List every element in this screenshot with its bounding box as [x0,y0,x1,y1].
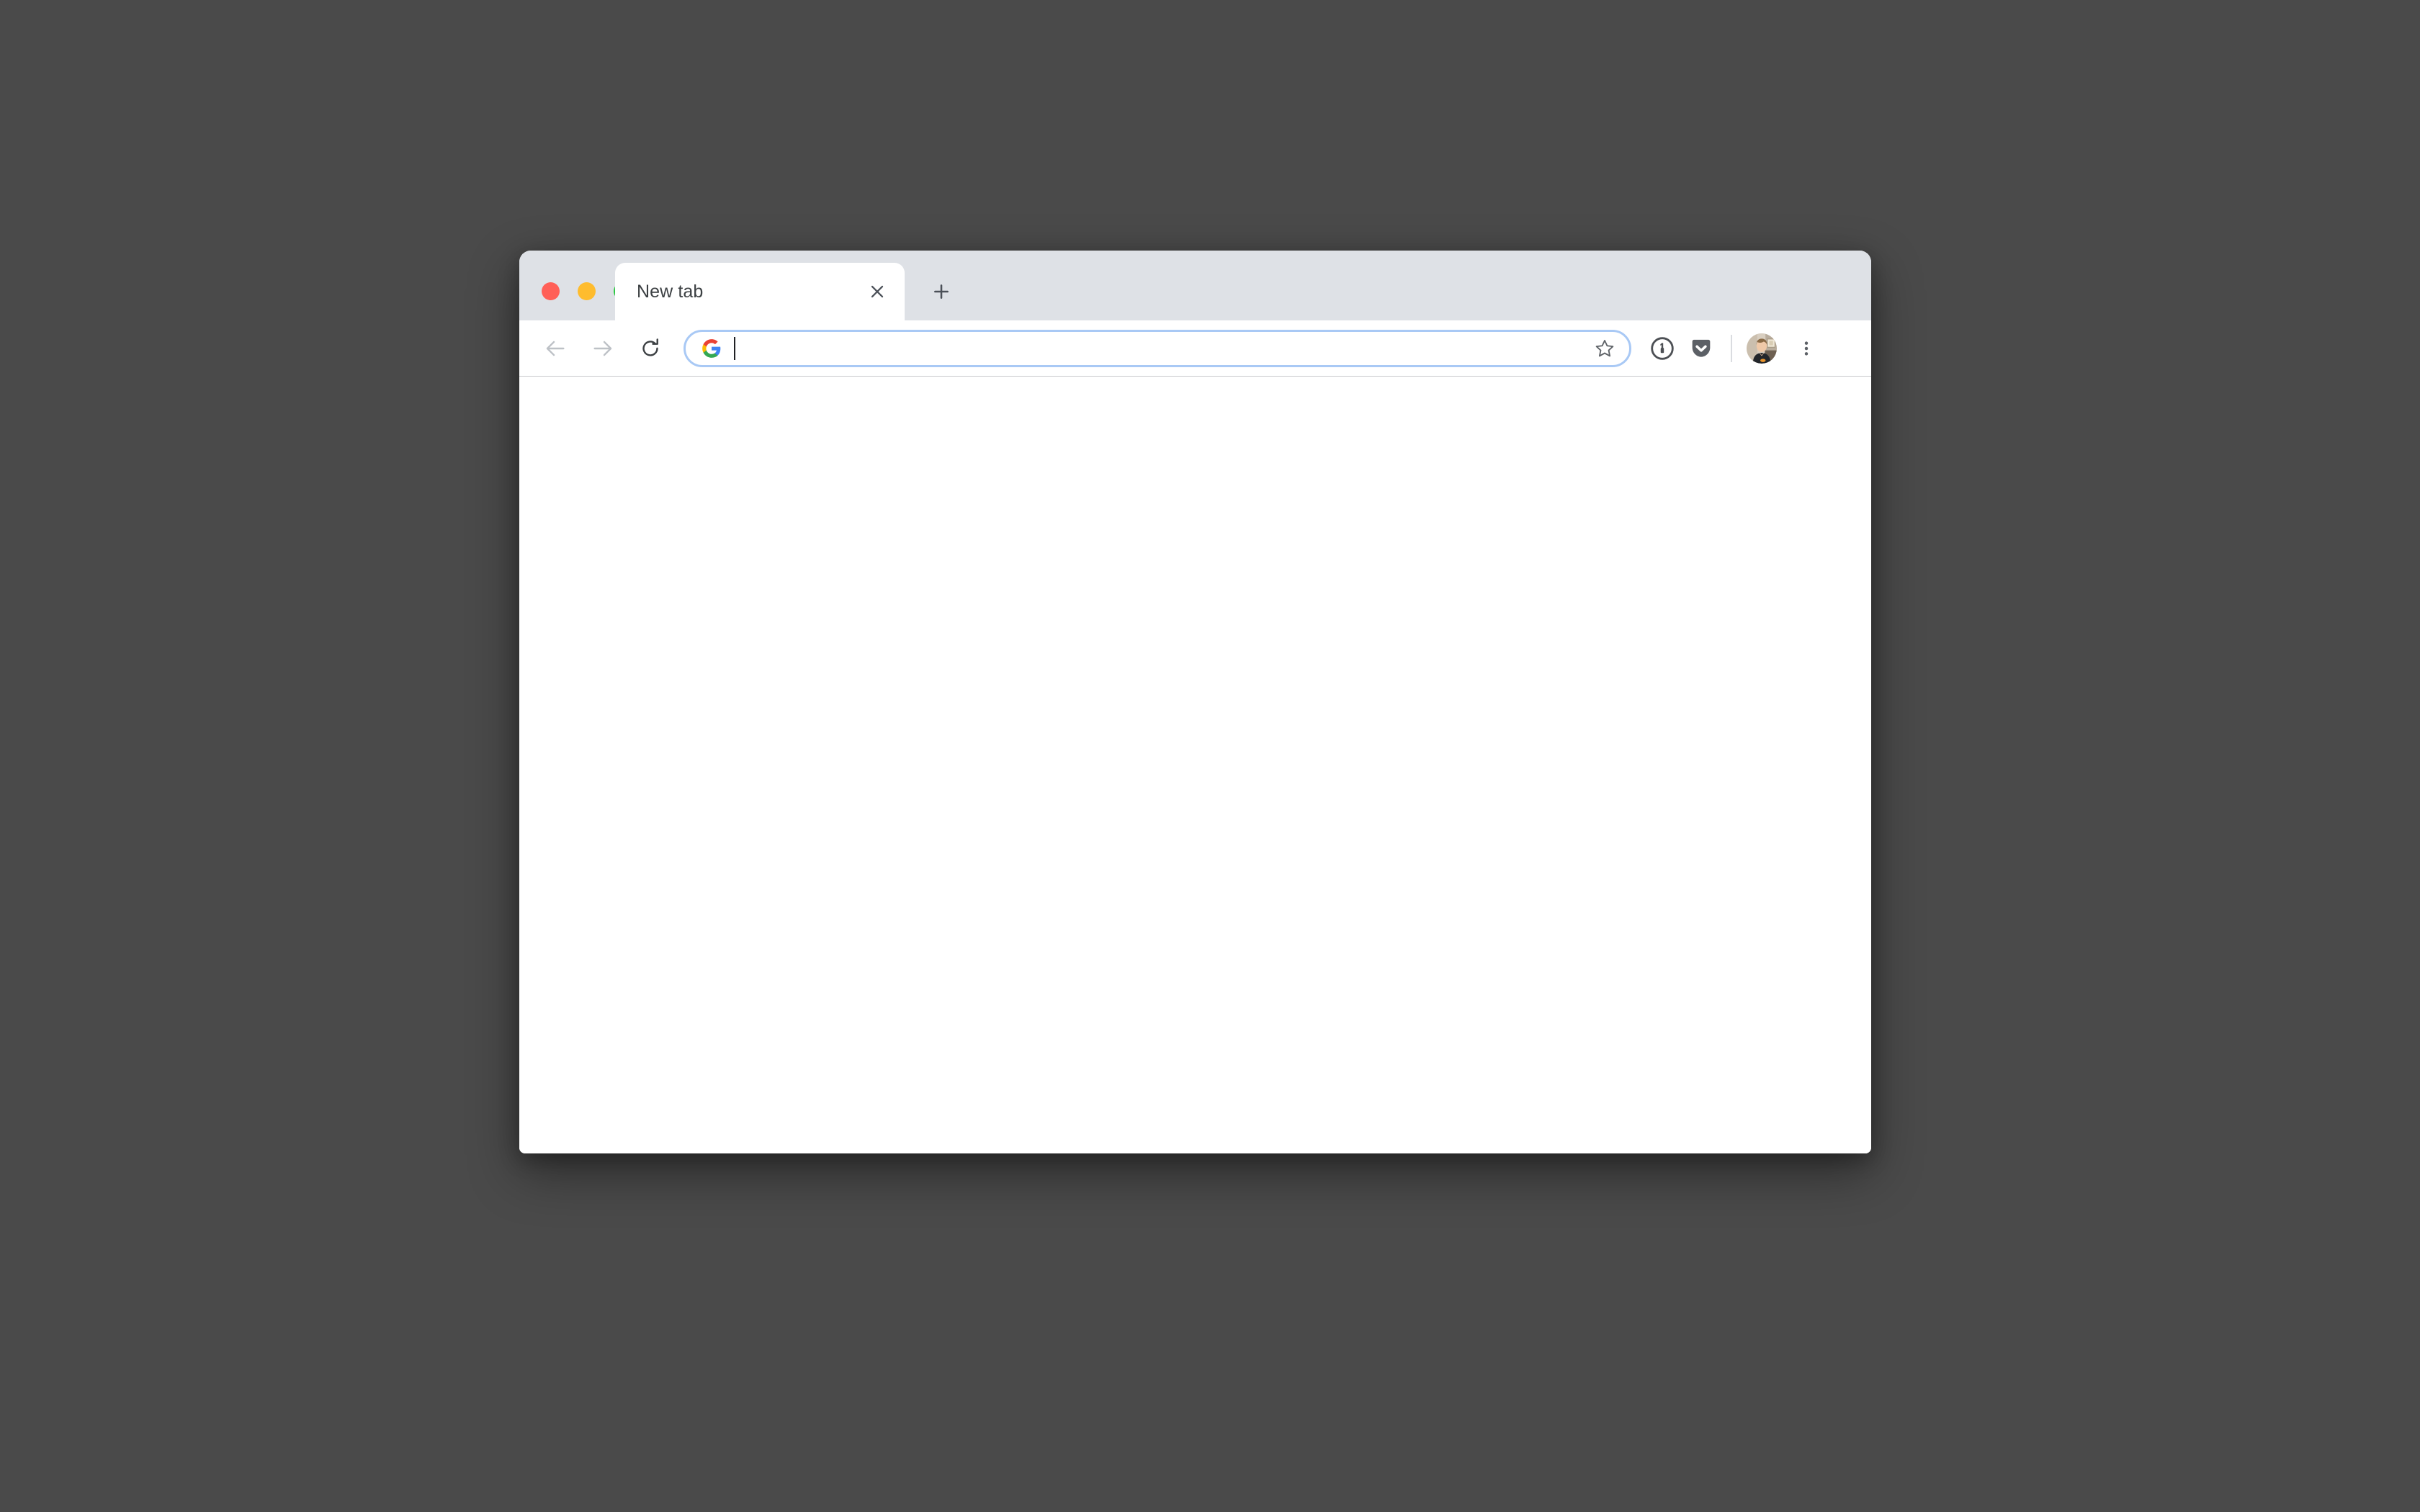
back-button[interactable] [535,328,575,369]
arrow-right-icon [593,341,612,356]
toolbar-actions [1643,329,1826,368]
pocket-icon [1692,339,1711,357]
toolbar-divider [1731,334,1732,362]
star-outline-icon [1595,339,1614,356]
plus-icon [934,284,949,299]
address-bar[interactable] [684,329,1631,367]
tab-list: New tab [615,263,905,320]
tab-title: New tab [637,282,704,301]
browser-toolbar [519,320,1871,377]
three-dots-vertical-icon [1804,341,1809,356]
forward-button[interactable] [583,328,623,369]
arrow-left-icon [546,341,565,356]
onepassword-extension-button[interactable] [1643,329,1682,368]
reload-button[interactable] [630,328,671,369]
browser-window: New tab [519,251,1871,1153]
text-caret [734,336,735,360]
pocket-extension-button[interactable] [1682,329,1721,368]
browser-menu-button[interactable] [1787,329,1826,368]
reload-icon [642,338,658,356]
profile-photo [1747,333,1777,364]
close-icon[interactable] [859,273,896,310]
avatar[interactable] [1747,333,1777,364]
window-close-button[interactable] [542,282,560,300]
bookmark-star-button[interactable] [1587,331,1622,366]
new-tab-button[interactable] [923,273,960,310]
window-minimize-button[interactable] [578,282,596,300]
omnibox-input[interactable] [722,332,1587,365]
onepassword-icon [1651,336,1674,360]
tab-strip: New tab [519,251,1871,320]
page-content-area [519,377,1871,1153]
tab-new-tab[interactable]: New tab [615,263,905,320]
google-g-icon [702,338,721,358]
